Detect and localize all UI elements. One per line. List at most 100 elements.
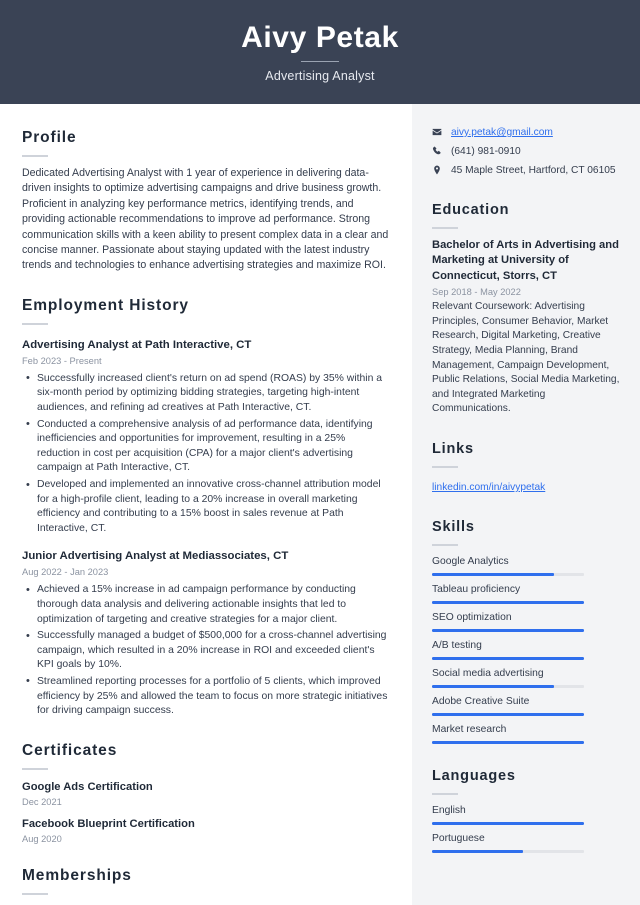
job-bullets: Achieved a 15% increase in ad campaign p… [22,583,390,718]
skill-bar-fill [432,712,584,716]
skill-bar-track [432,628,584,632]
skill-label: A/B testing [432,639,482,651]
list-item: Successfully managed a budget of $500,00… [22,629,390,673]
certificate-entry: Facebook Blueprint Certification Aug 202… [22,817,390,844]
language-bar-fill [432,821,584,825]
linkedin-link[interactable]: linkedin.com/in/aivypetak [432,482,545,493]
contact-phone-row: (641) 981-0910 [432,145,620,159]
section-skills: Skills Google Analytics Tableau proficie… [432,517,620,744]
main-column: Profile Dedicated Advertising Analyst wi… [0,104,412,905]
envelope-icon [432,126,446,137]
languages-heading: Languages [432,767,516,784]
header-job-title: Advertising Analyst [265,69,375,83]
section-profile: Profile Dedicated Advertising Analyst wi… [22,128,390,274]
skill-item: A/B testing [432,639,620,660]
skill-item: Market research [432,723,620,744]
skill-item: Adobe Creative Suite [432,695,620,716]
list-item: Conducted a comprehensive analysis of ad… [22,417,390,476]
page-title: Aivy Petak [241,21,399,54]
language-label: English [432,804,466,816]
heading-underline [432,792,458,795]
resume-header: Aivy Petak Advertising Analyst [0,0,640,104]
heading-underline [22,767,48,770]
language-item: English [432,804,620,825]
contact-address-value: 45 Maple Street, Hartford, CT 06105 [451,165,616,176]
skill-bar-track [432,572,584,576]
heading-underline [22,155,48,157]
section-links: Links linkedin.com/in/aivypetak [432,439,620,495]
skill-label: Tableau proficiency [432,583,521,595]
certificate-name: Google Ads Certification [22,780,153,793]
phone-icon [432,145,446,156]
education-description: Relevant Coursework: Advertising Princip… [432,301,620,415]
skill-bar-track [432,656,584,660]
profile-text: Dedicated Advertising Analyst with 1 yea… [22,167,389,272]
skill-label: Market research [432,723,507,735]
resume-body: Profile Dedicated Advertising Analyst wi… [0,104,640,905]
heading-underline [22,892,48,895]
section-languages: Languages English Portuguese [432,766,620,853]
heading-underline [432,543,458,546]
section-memberships: Memberships [22,866,390,895]
list-item: Successfully increased client's return o… [22,371,390,416]
skill-bar-track [432,600,584,604]
skill-bar-fill [432,656,584,660]
skill-item: Google Analytics [432,555,620,576]
certificate-name: Facebook Blueprint Certification [22,817,195,830]
education-heading: Education [432,202,510,218]
contact-email-row: aivy.petak@gmail.com [432,126,620,140]
skill-bar-fill [432,684,554,688]
certificate-date: Aug 2020 [22,833,62,844]
certificate-date: Dec 2021 [22,796,62,807]
links-heading: Links [432,440,474,457]
contact-phone-value: (641) 981-0910 [451,146,521,157]
resume-page: Aivy Petak Advertising Analyst Profile D… [0,0,640,905]
employment-heading: Employment History [22,296,189,314]
language-bar-fill [432,849,524,853]
contact-address-row: 45 Maple Street, Hartford, CT 06105 [432,164,620,178]
heading-underline [432,465,458,468]
heading-underline [432,227,458,229]
header-divider [301,61,339,62]
skill-item: Tableau proficiency [432,583,620,604]
language-label: Portuguese [432,832,485,844]
skill-bar-fill [432,572,554,576]
job-entry: Junior Advertising Analyst at Mediassoci… [22,549,390,718]
list-item: Achieved a 15% increase in ad campaign p… [22,583,390,627]
skill-label: Adobe Creative Suite [432,695,530,707]
language-item: Portuguese [432,832,620,853]
section-education: Education Bachelor of Arts in Advertisin… [432,200,620,417]
contact-email-link[interactable]: aivy.petak@gmail.com [451,126,553,140]
job-title: Advertising Analyst at Path Interactive,… [22,338,252,351]
memberships-heading: Memberships [22,866,132,884]
certificate-entry: Google Ads Certification Dec 2021 [22,780,390,807]
job-entry: Advertising Analyst at Path Interactive,… [22,338,390,537]
heading-underline [22,322,48,325]
skill-label: Google Analytics [432,555,509,567]
language-bar-track [432,849,584,853]
skill-bar-track [432,740,584,744]
skill-label: Social media advertising [432,667,544,679]
job-bullets: Successfully increased client's return o… [22,371,390,537]
list-item: Developed and implemented an innovative … [22,477,390,536]
skill-bar-track [432,684,584,688]
sidebar-column: aivy.petak@gmail.com (641) 981-0910 45 M… [412,104,640,905]
skill-label: SEO optimization [432,611,512,623]
section-employment-history: Employment History Advertising Analyst a… [22,296,390,719]
skill-bar-fill [432,740,584,744]
job-title: Junior Advertising Analyst at Mediassoci… [22,550,289,563]
contact-block: aivy.petak@gmail.com (641) 981-0910 45 M… [432,126,620,178]
location-pin-icon [432,164,446,175]
education-degree: Bachelor of Arts in Advertising and Mark… [432,239,619,282]
profile-heading: Profile [22,129,77,146]
skill-bar-fill [432,628,584,632]
skill-item: Social media advertising [432,667,620,688]
skill-item: SEO optimization [432,611,620,632]
language-bar-track [432,821,584,825]
job-date: Feb 2023 - Present [22,355,102,366]
skills-heading: Skills [432,518,475,535]
skill-bar-track [432,712,584,716]
section-certificates: Certificates Google Ads Certification De… [22,741,390,844]
skill-bar-fill [432,600,584,604]
job-date: Aug 2022 - Jan 2023 [22,567,109,578]
